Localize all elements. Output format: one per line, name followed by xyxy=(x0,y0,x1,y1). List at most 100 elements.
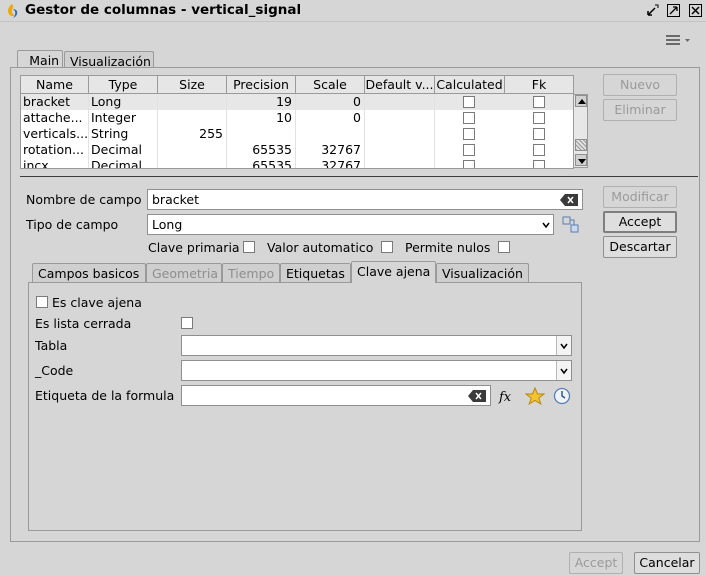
scroll-thumb[interactable] xyxy=(575,139,587,151)
permite-nulos-label: Permite nulos xyxy=(405,240,491,255)
cell-default xyxy=(365,126,435,142)
cell-scale: 32767 xyxy=(296,142,365,158)
cell-type: Decimal xyxy=(89,142,158,158)
tipo-de-campo-label: Tipo de campo xyxy=(26,217,119,232)
arrow-up-icon xyxy=(578,99,586,104)
cell-default xyxy=(365,110,435,126)
tabla-label: Tabla xyxy=(35,338,68,353)
clear-text-icon[interactable] xyxy=(560,194,578,206)
column-header-precision[interactable]: Precision xyxy=(227,76,296,94)
tabla-select[interactable] xyxy=(181,335,572,356)
column-header-type[interactable]: Type xyxy=(89,76,158,94)
column-header-fk[interactable]: Fk xyxy=(505,76,573,94)
es-clave-ajena-checkbox[interactable] xyxy=(36,296,48,308)
clear-text-icon[interactable] xyxy=(468,390,486,402)
tab-tiempo[interactable]: Tiempo xyxy=(222,263,280,283)
tab-geometria-label: Geometria xyxy=(152,266,219,281)
edit-type-options-icon[interactable] xyxy=(562,216,580,234)
menu-button[interactable] xyxy=(664,33,694,47)
column-header-calculated[interactable]: Calculated xyxy=(435,76,505,94)
permite-nulos-checkbox[interactable] xyxy=(498,241,510,253)
function-fx-icon[interactable]: fx xyxy=(498,387,518,405)
cell-calculated-checkbox[interactable] xyxy=(463,128,475,140)
cell-type: String xyxy=(89,126,158,142)
cell-default xyxy=(365,158,435,168)
minimize-window-icon[interactable] xyxy=(645,3,660,18)
close-window-icon[interactable] xyxy=(688,3,703,18)
cell-scale: 32767 xyxy=(296,158,365,168)
tab-campos-basicos-label: Campos basicos xyxy=(38,266,140,281)
cell-name: attache... xyxy=(21,110,89,126)
app-logo-icon xyxy=(8,4,18,18)
tab-main-label: _Main xyxy=(23,53,60,68)
column-header-name[interactable]: Name xyxy=(21,76,89,94)
clave-primaria-checkbox[interactable] xyxy=(243,241,255,253)
cell-name: incx xyxy=(21,158,89,168)
cell-size xyxy=(158,110,227,126)
code-select[interactable] xyxy=(181,360,572,381)
cell-fk-checkbox[interactable] xyxy=(533,128,545,140)
cell-calculated-checkbox[interactable] xyxy=(463,112,475,124)
nombre-de-campo-label: Nombre de campo xyxy=(26,192,142,207)
window-title: Gestor de columnas - vertical_signal xyxy=(25,2,302,18)
valor-automatico-label: Valor automatico xyxy=(267,240,374,255)
clock-icon[interactable] xyxy=(552,387,572,405)
chevron-down-icon xyxy=(538,215,553,234)
es-clave-ajena-label: Es clave ajena xyxy=(52,295,142,310)
accept-button[interactable]: Accept xyxy=(569,552,623,574)
cell-name: rotation... xyxy=(21,142,89,158)
chevron-down-icon xyxy=(556,336,571,355)
tab-geometria[interactable]: Geometria xyxy=(146,263,222,283)
modificar-button[interactable]: Modificar xyxy=(603,186,677,208)
cell-size: 255 xyxy=(158,126,227,142)
cell-type: Integer xyxy=(89,110,158,126)
cell-fk-checkbox[interactable] xyxy=(533,160,545,168)
tipo-de-campo-select[interactable]: Long xyxy=(147,214,554,235)
tab-clave-ajena[interactable]: Clave ajena xyxy=(351,261,436,283)
tab-campos-basicos[interactable]: Campos basicos xyxy=(32,263,146,283)
valor-automatico-checkbox[interactable] xyxy=(381,241,393,253)
nombre-de-campo-input[interactable]: bracket xyxy=(147,189,583,210)
cell-calculated-checkbox[interactable] xyxy=(463,144,475,156)
es-lista-cerrada-checkbox[interactable] xyxy=(181,317,193,329)
star-icon[interactable] xyxy=(525,387,545,405)
table-row[interactable]: verticals... String 255 xyxy=(21,126,573,142)
cell-precision xyxy=(227,126,296,142)
etiqueta-formula-input[interactable] xyxy=(181,385,491,406)
accept-field-button[interactable]: Accept xyxy=(603,211,677,233)
table-row[interactable]: attache... Integer 10 0 xyxy=(21,110,573,126)
chevron-down-icon xyxy=(556,361,571,380)
column-header-default[interactable]: Default v... xyxy=(365,76,435,94)
etiqueta-formula-label: Etiqueta de la formula xyxy=(35,388,175,403)
tab-etiquetas[interactable]: Etiquetas xyxy=(280,263,351,283)
cancelar-button[interactable]: Cancelar xyxy=(634,552,700,574)
cell-calculated-checkbox[interactable] xyxy=(463,96,475,108)
svg-text:fx: fx xyxy=(498,390,512,405)
cell-calculated-checkbox[interactable] xyxy=(463,160,475,168)
table-row[interactable]: incx Decimal 65535 32767 xyxy=(21,158,573,168)
column-header-size[interactable]: Size xyxy=(158,76,227,94)
code-label: _Code xyxy=(35,363,74,378)
columns-table[interactable]: Name Type Size Precision Scale Default v… xyxy=(20,75,574,169)
cell-size xyxy=(158,142,227,158)
tab-etiquetas-label: Etiquetas xyxy=(286,266,345,281)
clave-primaria-label: Clave primaria xyxy=(148,240,240,255)
cell-fk-checkbox[interactable] xyxy=(533,144,545,156)
maximize-window-icon[interactable] xyxy=(666,3,681,18)
tab-visualizacion-inner[interactable]: Visualización xyxy=(436,263,529,283)
nuevo-button[interactable]: Nuevo xyxy=(603,74,677,96)
tipo-de-campo-value: Long xyxy=(152,217,183,232)
eliminar-button[interactable]: Eliminar xyxy=(603,99,677,121)
cell-name: bracket xyxy=(21,94,89,110)
scroll-up-button[interactable] xyxy=(575,95,587,107)
cell-fk-checkbox[interactable] xyxy=(533,96,545,108)
table-scrollbar[interactable] xyxy=(573,94,588,168)
scroll-down-button[interactable] xyxy=(575,154,587,166)
cell-precision: 65535 xyxy=(227,142,296,158)
es-lista-cerrada-label: Es lista cerrada xyxy=(35,316,132,331)
column-header-scale[interactable]: Scale xyxy=(296,76,365,94)
cell-fk-checkbox[interactable] xyxy=(533,112,545,124)
table-row[interactable]: bracket Long 19 0 xyxy=(21,94,573,110)
table-row[interactable]: rotation... Decimal 65535 32767 xyxy=(21,142,573,158)
descartar-button[interactable]: Descartar xyxy=(603,236,677,258)
